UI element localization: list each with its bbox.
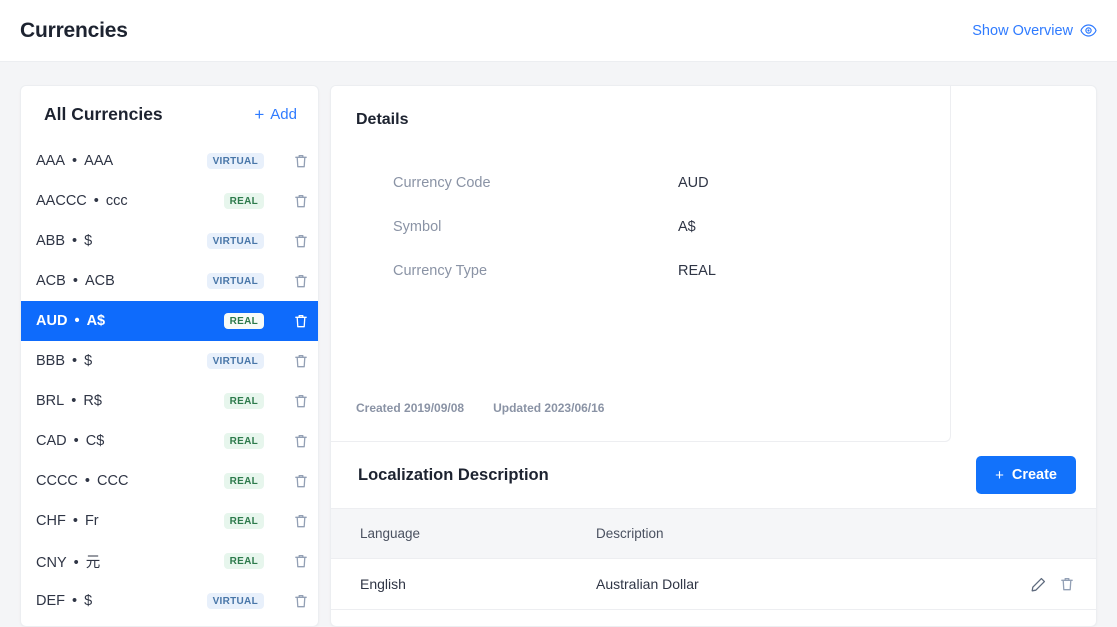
trash-icon[interactable] (284, 353, 318, 369)
currency-list-item-cad[interactable]: CAD • C$ REAL (21, 421, 318, 461)
currency-list-item-label: CAD • C$ (36, 433, 105, 449)
currency-list-item-label: CNY • 元 (36, 554, 101, 571)
pencil-icon[interactable] (1031, 577, 1046, 592)
localization-header: Localization Description + Create (331, 442, 1096, 508)
details-card: Details Currency Code AUD Symbol A$ Currency… (331, 86, 951, 442)
sidebar-title: All Currencies (44, 104, 163, 124)
currency-type-badge: REAL (223, 393, 264, 409)
detail-label: Symbol (393, 219, 442, 235)
detail-value: REAL (678, 263, 716, 279)
trash-icon[interactable] (284, 233, 318, 249)
details-timestamps: Created 2019/09/08 Updated 2023/06/16 (356, 401, 604, 415)
plus-icon: + (254, 105, 265, 124)
detail-value: A$ (678, 219, 696, 235)
sidebar-header: All Currencies + Add (21, 86, 318, 141)
all-currencies-panel: All Currencies + Add AAA • AAA VIRTUAL AAC… (20, 85, 319, 627)
cell-description: Australian Dollar (596, 558, 986, 610)
currency-type-badge: REAL (223, 193, 264, 209)
trash-icon[interactable] (284, 153, 318, 169)
details-title: Details (356, 111, 409, 128)
currency-list-item-brl[interactable]: BRL • R$ REAL (21, 381, 318, 421)
localization-table-body: English Australian Dollar (331, 558, 1096, 610)
column-header-description: Description (596, 508, 986, 559)
detail-row: Symbol A$ (331, 219, 950, 263)
page-header: Currencies Show Overview (0, 0, 1117, 62)
trash-icon[interactable] (1060, 576, 1074, 592)
trash-icon[interactable] (284, 473, 318, 489)
currency-list-item-label: AUD • A$ (36, 313, 106, 329)
add-currency-button[interactable]: + Add (254, 106, 297, 123)
currency-list-item-label: AACCC • ccc (36, 193, 128, 209)
currency-list-item-label: DEF • $ (36, 593, 93, 609)
currency-type-badge: VIRTUAL (206, 353, 264, 369)
currency-type-badge: REAL (223, 553, 264, 569)
details-field-list: Currency Code AUD Symbol A$ Currency Type REA… (331, 129, 950, 307)
currency-type-badge: VIRTUAL (206, 273, 264, 289)
eye-icon (1080, 24, 1097, 37)
page-title: Currencies (20, 18, 128, 42)
localization-table-head: Language Description (331, 508, 1096, 559)
trash-icon[interactable] (284, 433, 318, 449)
currency-type-badge: VIRTUAL (206, 153, 264, 169)
currency-list-item-acb[interactable]: ACB • ACB VIRTUAL (21, 261, 318, 301)
currency-list-item-chf[interactable]: CHF • Fr REAL (21, 501, 318, 541)
column-header-language: Language (331, 508, 596, 559)
currency-list-item-aud[interactable]: AUD • A$ REAL (21, 301, 318, 341)
cell-language: English (331, 558, 596, 610)
create-localization-button[interactable]: + Create (976, 456, 1076, 494)
currency-list-item-abb[interactable]: ABB • $ VIRTUAL (21, 221, 318, 261)
plus-icon: + (995, 466, 1004, 484)
currency-type-badge: REAL (223, 473, 264, 489)
detail-label: Currency Code (393, 175, 491, 191)
currency-type-badge: REAL (223, 433, 264, 449)
currency-list-item-def[interactable]: DEF • $ VIRTUAL (21, 581, 318, 621)
trash-icon[interactable] (284, 593, 318, 609)
trash-icon[interactable] (284, 513, 318, 529)
currency-type-badge: VIRTUAL (206, 593, 264, 609)
currency-list-item-label: BRL • R$ (36, 393, 102, 409)
trash-icon[interactable] (284, 393, 318, 409)
currency-detail-panel: Details Currency Code AUD Symbol A$ Currency… (330, 85, 1097, 627)
localization-table: Language Description English Australian D… (331, 508, 1096, 610)
detail-row: Currency Type REAL (331, 263, 950, 307)
detail-value: AUD (678, 175, 709, 191)
show-overview-label: Show Overview (972, 22, 1073, 39)
currency-list-item-label: AAA • AAA (36, 153, 114, 169)
detail-row: Currency Code AUD (331, 175, 950, 219)
trash-icon[interactable] (284, 193, 318, 209)
currency-type-badge: VIRTUAL (206, 233, 264, 249)
currency-list-item-cccc[interactable]: CCCC • CCC REAL (21, 461, 318, 501)
currency-list-item-label: CCCC • CCC (36, 473, 129, 489)
detail-label: Currency Type (393, 263, 488, 279)
table-row: English Australian Dollar (331, 558, 1096, 610)
localization-title: Localization Description (358, 465, 549, 484)
currency-list-item-bbb[interactable]: BBB • $ VIRTUAL (21, 341, 318, 381)
currency-list-item-label: ACB • ACB (36, 273, 115, 289)
table-header-row: Language Description (331, 508, 1096, 559)
trash-icon[interactable] (284, 273, 318, 289)
currency-list-item-label: BBB • $ (36, 353, 93, 369)
currency-list-item-aaa[interactable]: AAA • AAA VIRTUAL (21, 141, 318, 181)
column-header-actions (986, 508, 1096, 559)
currency-list-item-cny[interactable]: CNY • 元 REAL (21, 541, 318, 581)
currency-list-item-label: CHF • Fr (36, 513, 99, 529)
add-currency-label: Add (270, 106, 297, 123)
currency-list-item-label: ABB • $ (36, 233, 93, 249)
currency-type-badge: REAL (223, 513, 264, 529)
trash-icon[interactable] (284, 553, 318, 569)
workspace: All Currencies + Add AAA • AAA VIRTUAL AAC… (0, 62, 1117, 627)
created-timestamp: Created 2019/09/08 (356, 401, 465, 415)
currency-type-badge: REAL (223, 313, 264, 329)
currency-list-item-aaccc[interactable]: AACCC • ccc REAL (21, 181, 318, 221)
updated-timestamp: Updated 2023/06/16 (493, 401, 605, 415)
show-overview-link[interactable]: Show Overview (972, 23, 1097, 39)
trash-icon[interactable] (284, 313, 318, 329)
currency-list[interactable]: AAA • AAA VIRTUAL AACCC • ccc REAL ABB • $ VI… (21, 141, 318, 621)
create-label: Create (1011, 467, 1057, 483)
